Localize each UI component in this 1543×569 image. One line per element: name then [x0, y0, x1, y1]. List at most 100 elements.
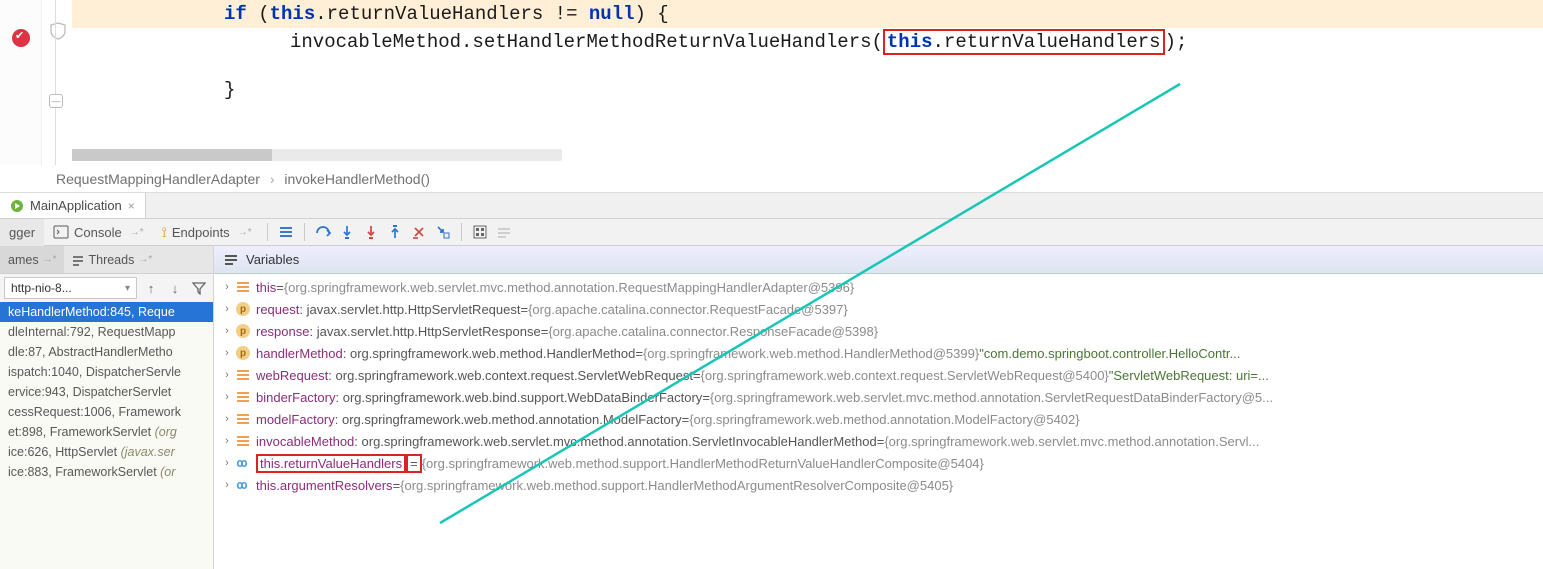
stack-frames-icon[interactable] — [274, 220, 298, 244]
variables-column: Variables ›this = {org.springframework.w… — [214, 246, 1543, 569]
run-tab-bar: MainApplication × — [0, 193, 1543, 219]
toolbar-separator — [267, 223, 268, 241]
variable-row[interactable]: ›oothis.returnValueHandlers = {org.sprin… — [214, 452, 1543, 474]
scrollbar-thumb[interactable] — [72, 149, 272, 161]
stack-frame-item[interactable]: cessRequest:1006, Framework — [0, 402, 213, 422]
tab-debugger[interactable]: gger — [0, 219, 44, 246]
keyword-null: null — [589, 3, 635, 25]
stack-frame-item[interactable]: ervice:943, DispatcherServlet — [0, 382, 213, 402]
run-to-cursor-icon[interactable] — [431, 220, 455, 244]
stack-frame-item[interactable]: ice:883, FrameworkServlet (or — [0, 462, 213, 482]
tab-endpoints[interactable]: ⟟ Endpoints→* — [153, 219, 261, 246]
variable-value: {org.springframework.web.method.support.… — [400, 478, 953, 493]
step-over-icon[interactable] — [311, 220, 335, 244]
evaluate-expression-icon[interactable] — [468, 220, 492, 244]
variable-tostring: "com.demo.springboot.controller.HelloCon… — [979, 346, 1240, 361]
frames-controls: http-nio-8...▾ ↑ ↓ — [0, 274, 213, 302]
variables-header-label: Variables — [246, 252, 299, 267]
variable-value: {org.springframework.web.method.annotati… — [689, 412, 1079, 427]
console-icon — [53, 224, 69, 240]
code-editor: — if (this.returnValueHandlers != null) … — [0, 0, 1543, 165]
stack-frame-item[interactable]: ispatch:1040, DispatcherServle — [0, 362, 213, 382]
tab-console[interactable]: Console→* — [44, 219, 153, 246]
variable-row[interactable]: ›this = {org.springframework.web.servlet… — [214, 276, 1543, 298]
expand-icon[interactable]: › — [220, 391, 234, 403]
variable-row[interactable]: ›webRequest: org.springframework.web.con… — [214, 364, 1543, 386]
field-icon — [234, 433, 252, 449]
endpoints-icon: ⟟ — [162, 224, 167, 241]
breadcrumb-class[interactable]: RequestMappingHandlerAdapter — [56, 171, 260, 187]
filter-frames-button[interactable] — [189, 278, 209, 298]
fold-handle-icon[interactable]: — — [49, 94, 63, 108]
drop-frame-icon[interactable] — [407, 220, 431, 244]
variables-icon — [224, 253, 238, 267]
variable-row[interactable]: ›binderFactory: org.springframework.web.… — [214, 386, 1543, 408]
code-line[interactable]: } — [72, 76, 1543, 104]
expand-icon[interactable]: › — [220, 325, 234, 337]
variable-row[interactable]: ›oothis.argumentResolvers = {org.springf… — [214, 474, 1543, 496]
variable-row[interactable]: ›presponse: javax.servlet.http.HttpServl… — [214, 320, 1543, 342]
parameter-icon: p — [234, 323, 252, 339]
variable-name: this — [256, 280, 276, 295]
variable-type: : javax.servlet.http.HttpServletRequest — [299, 302, 520, 317]
variable-name: this.returnValueHandlers — [256, 454, 406, 473]
variable-row[interactable]: ›modelFactory: org.springframework.web.m… — [214, 408, 1543, 430]
threads-tab[interactable]: Threads→* — [64, 246, 160, 273]
stack-frame-item[interactable]: ice:626, HttpServlet (javax.ser — [0, 442, 213, 462]
variable-value: {org.springframework.web.context.request… — [701, 368, 1109, 383]
run-tab-label: MainApplication — [30, 198, 122, 213]
variable-tostring: "ServletWebRequest: uri=... — [1109, 368, 1269, 383]
next-frame-button[interactable]: ↓ — [165, 278, 185, 298]
toolbar-separator — [304, 223, 305, 241]
variable-value: {org.springframework.web.servlet.mvc.met… — [884, 434, 1259, 449]
step-out-icon[interactable] — [383, 220, 407, 244]
variable-value: {org.apache.catalina.connector.RequestFa… — [528, 302, 848, 317]
field-icon — [234, 279, 252, 295]
stack-frame-item[interactable]: dleInternal:792, RequestMapp — [0, 322, 213, 342]
expand-icon[interactable]: › — [220, 369, 234, 381]
variable-name: invocableMethod — [256, 434, 354, 449]
code-line-current[interactable]: if (this.returnValueHandlers != null) { — [72, 0, 1543, 28]
frames-header: ames→* Threads→* — [0, 246, 213, 274]
field-icon — [234, 389, 252, 405]
stack-frame-item[interactable]: keHandlerMethod:845, Reque — [0, 302, 213, 322]
variable-name: modelFactory — [256, 412, 335, 427]
editor-horizontal-scrollbar[interactable] — [72, 149, 562, 161]
variable-row[interactable]: ›phandlerMethod: org.springframework.web… — [214, 342, 1543, 364]
expand-icon[interactable]: › — [220, 435, 234, 447]
code-block[interactable]: if (this.returnValueHandlers != null) { … — [72, 0, 1543, 104]
variables-list[interactable]: ›this = {org.springframework.web.servlet… — [214, 274, 1543, 569]
step-into-icon[interactable] — [335, 220, 359, 244]
variable-row[interactable]: ›invocableMethod: org.springframework.we… — [214, 430, 1543, 452]
breakpoint-icon[interactable] — [12, 29, 30, 47]
expand-icon[interactable]: › — [220, 347, 234, 359]
expand-icon[interactable]: › — [220, 303, 234, 315]
code-empty-line[interactable] — [72, 56, 1543, 76]
field-icon — [234, 367, 252, 383]
stack-frame-list[interactable]: keHandlerMethod:845, RequedleInternal:79… — [0, 302, 213, 569]
expand-icon[interactable]: › — [220, 281, 234, 293]
code-line[interactable]: invocableMethod.setHandlerMethodReturnVa… — [72, 28, 1543, 56]
expand-icon[interactable]: › — [220, 457, 234, 469]
close-icon[interactable]: × — [128, 199, 135, 213]
trace-current-stream-chain-icon[interactable] — [492, 220, 516, 244]
breadcrumb-method[interactable]: invokeHandlerMethod() — [284, 171, 430, 187]
stack-frame-item[interactable]: et:898, FrameworkServlet (org — [0, 422, 213, 442]
frames-tab[interactable]: ames→* — [0, 246, 64, 273]
variable-value: {org.apache.catalina.connector.ResponseF… — [548, 324, 878, 339]
variable-type: : org.springframework.web.method.Handler… — [343, 346, 636, 361]
force-step-into-icon[interactable] — [359, 220, 383, 244]
expand-icon[interactable]: › — [220, 479, 234, 491]
variable-row[interactable]: ›prequest: javax.servlet.http.HttpServle… — [214, 298, 1543, 320]
run-tab-mainapplication[interactable]: MainApplication × — [0, 193, 146, 218]
thread-selector-dropdown[interactable]: http-nio-8...▾ — [4, 277, 137, 299]
parameter-icon: p — [234, 301, 252, 317]
gutter-breakpoint-row[interactable] — [0, 24, 42, 52]
prev-frame-button[interactable]: ↑ — [141, 278, 161, 298]
chevron-right-icon: › — [270, 171, 275, 187]
breadcrumb[interactable]: RequestMappingHandlerAdapter › invokeHan… — [0, 165, 1543, 193]
stack-frame-item[interactable]: dle:87, AbstractHandlerMetho — [0, 342, 213, 362]
field-icon — [234, 411, 252, 427]
expand-icon[interactable]: › — [220, 413, 234, 425]
keyword-if: if — [224, 3, 247, 25]
